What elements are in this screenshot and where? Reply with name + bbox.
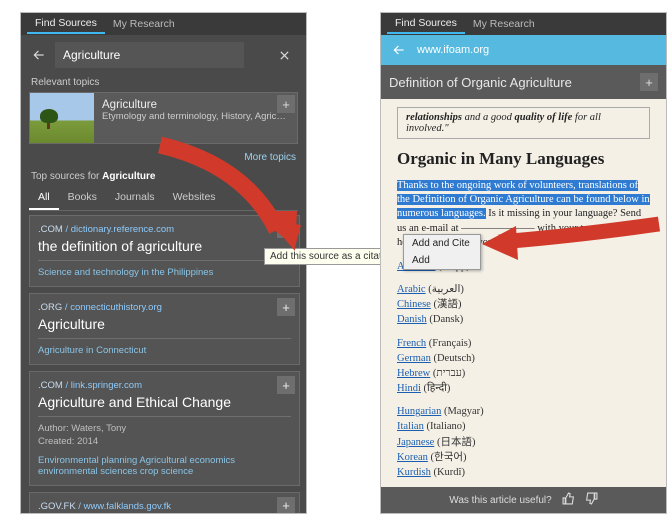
language-link[interactable]: Japanese [397,437,434,448]
language-link[interactable]: French [397,338,426,349]
language-item: Italian (Italiano) [397,420,650,434]
source-card[interactable]: +.COM / dictionary.reference.com the defi… [29,215,300,287]
language-link[interactable]: Danish [397,314,427,325]
language-link[interactable]: Arabic [397,284,426,295]
context-menu[interactable]: Add and Cite Add [403,234,481,270]
page-url: www.ifoam.org [417,44,489,56]
language-link[interactable]: Italian [397,421,424,432]
language-item: Arabic (العربية) [397,283,650,297]
language-item: Hebrew (עברית) [397,367,650,381]
filter-websites[interactable]: Websites [164,186,225,210]
add-source-button[interactable]: + [277,298,295,316]
topic-thumbnail [30,93,94,143]
language-link[interactable]: Hebrew [397,368,430,379]
back-icon[interactable] [389,40,409,60]
tab-find-sources[interactable]: Find Sources [27,14,105,34]
source-title: Agriculture [38,316,291,332]
source-card[interactable]: +.COM / link.springer.com Agriculture and… [29,371,300,486]
source-tags: Agriculture in Connecticut [38,345,291,356]
language-link[interactable]: Hindi [397,383,421,394]
source-tags: Science and technology in the Philippine… [38,267,291,278]
add-topic-button[interactable]: + [277,95,295,113]
language-link[interactable]: Chinese [397,299,431,310]
tab-my-research[interactable]: My Research [105,15,183,33]
section-heading: Organic in Many Languages [397,149,650,169]
source-domain: .COM / dictionary.reference.com [38,224,291,235]
feedback-label: Was this article useful? [449,495,551,506]
language-item: Korean (한국어) [397,451,650,465]
clear-icon[interactable] [274,45,294,65]
language-link[interactable]: Korean [397,452,428,463]
language-link[interactable]: German [397,353,431,364]
back-icon[interactable] [29,45,49,65]
source-filters: AllBooksJournalsWebsites [29,186,298,211]
add-source-button[interactable]: + [277,220,295,238]
topic-subtitle: Etymology and terminology, History, Agri… [102,111,289,122]
language-item: French (Français) [397,337,650,351]
language-list: Albanian (Shqip)Arabic (العربية)Chinese … [397,260,650,487]
language-link[interactable]: Hungarian [397,406,441,417]
language-link[interactable]: Kurdish [397,467,431,478]
thumbs-up-icon[interactable] [562,492,575,508]
top-sources-label: Top sources for Agriculture [21,169,306,186]
source-card[interactable]: +.ORG / connecticuthistory.org Agricultur… [29,293,300,365]
add-source-button[interactable]: + [277,376,295,394]
top-tabbar: Find Sources My Research [21,13,306,35]
filter-journals[interactable]: Journals [106,186,164,210]
reader-panel: Find Sources My Research www.ifoam.org D… [380,12,667,514]
source-title: the definition of agriculture [38,238,291,254]
feedback-footer: Was this article useful? [381,487,666,513]
source-card[interactable]: +.GOV.FK / www.falklands.gov.fkAgricultu… [29,492,300,514]
topic-title: Agriculture [102,99,289,111]
source-tags: Environmental planning Agricultural econ… [38,455,291,477]
language-item: Kurdish (Kurdî) [397,466,650,480]
more-topics-link[interactable]: More topics [21,148,306,169]
filter-all[interactable]: All [29,186,59,210]
tab-my-research-r[interactable]: My Research [465,15,543,33]
language-item: Danish (Dansk) [397,313,650,327]
search-input[interactable] [55,42,244,68]
ctx-add[interactable]: Add [404,252,480,269]
source-domain: .GOV.FK / www.falklands.gov.fk [38,501,291,512]
source-meta: Author: Waters, TonyCreated: 2014 [38,423,291,449]
add-page-button[interactable]: + [640,73,658,91]
ctx-add-and-cite[interactable]: Add and Cite [404,235,480,252]
language-item: Chinese (漢語) [397,298,650,312]
top-tabbar-right: Find Sources My Research [381,13,666,35]
language-item: Hungarian (Magyar) [397,405,650,419]
tab-find-sources-r[interactable]: Find Sources [387,14,465,34]
quote-box: relationships and a good quality of life… [397,107,650,139]
language-item: Japanese (日本語) [397,436,650,450]
url-bar: www.ifoam.org [381,35,666,65]
language-item: German (Deutsch) [397,352,650,366]
relevant-topics-label: Relevant topics [21,75,306,92]
source-domain: .COM / link.springer.com [38,380,291,391]
page-title-bar: Definition of Organic Agriculture + [381,65,666,99]
topic-card[interactable]: Agriculture Etymology and terminology, H… [29,92,298,144]
thumbs-down-icon[interactable] [585,492,598,508]
page-title: Definition of Organic Agriculture [389,75,572,90]
search-row [21,35,306,75]
filter-books[interactable]: Books [59,186,106,210]
source-domain: .ORG / connecticuthistory.org [38,302,291,313]
add-source-button[interactable]: + [277,497,295,514]
reader-content[interactable]: relationships and a good quality of life… [381,99,666,487]
language-item: Hindi (हिन्दी) [397,382,650,396]
source-title: Agriculture and Ethical Change [38,394,291,410]
